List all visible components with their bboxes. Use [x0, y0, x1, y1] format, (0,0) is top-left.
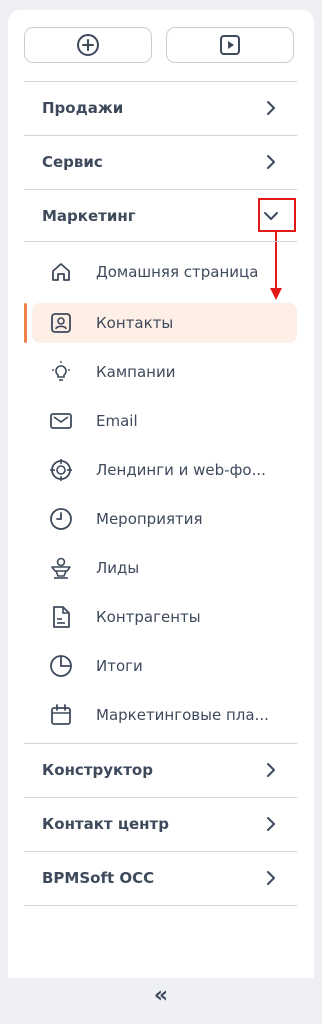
section-label: BPMSoft OCC	[42, 869, 155, 887]
target-icon	[48, 457, 74, 483]
collapse-sidebar-button[interactable]: «	[8, 978, 314, 1014]
section-contact-center[interactable]: Контакт центр	[24, 798, 297, 850]
contact-icon	[48, 310, 74, 336]
calendar-icon	[48, 702, 74, 728]
section-label: Сервис	[42, 153, 103, 171]
section-sales[interactable]: Продажи	[24, 82, 297, 134]
section-constructor[interactable]: Конструктор	[24, 744, 297, 796]
menu-item-label: Email	[96, 412, 138, 430]
divider	[24, 241, 297, 242]
play-button[interactable]	[166, 27, 294, 63]
chevron-right-icon[interactable]	[263, 154, 279, 170]
lead-icon	[48, 555, 74, 581]
menu-item-landings[interactable]: Лендинги и web-фо...	[32, 450, 297, 490]
menu-item-counterparties[interactable]: Контрагенты	[32, 597, 297, 637]
double-chevron-left-icon[interactable]: «	[154, 985, 168, 1007]
section-marketing[interactable]: Маркетинг	[24, 190, 297, 242]
menu-item-label: Мероприятия	[96, 510, 203, 528]
section-label: Контакт центр	[42, 815, 169, 833]
menu-item-contacts[interactable]: Контакты	[32, 303, 297, 343]
pie-chart-icon	[48, 653, 74, 679]
menu-item-label: Лиды	[96, 559, 140, 577]
menu-item-leads[interactable]: Лиды	[32, 548, 297, 588]
active-indicator	[24, 303, 27, 343]
menu-item-label: Контакты	[96, 314, 174, 332]
divider	[24, 905, 297, 906]
menu-item-home[interactable]: Домашняя страница	[32, 252, 297, 292]
lightbulb-icon	[48, 359, 74, 385]
chevron-right-icon[interactable]	[263, 870, 279, 886]
chevron-right-icon[interactable]	[263, 816, 279, 832]
menu-item-label: Итоги	[96, 657, 143, 675]
menu-item-label: Кампании	[96, 363, 176, 381]
section-label: Маркетинг	[42, 207, 136, 225]
menu-item-label: Контрагенты	[96, 608, 201, 626]
section-label: Продажи	[42, 99, 124, 117]
add-button[interactable]	[24, 27, 152, 63]
document-icon	[48, 604, 74, 630]
menu-item-events[interactable]: Мероприятия	[32, 499, 297, 539]
envelope-icon	[48, 408, 74, 434]
home-icon	[48, 259, 74, 285]
section-bpmsoft-occ[interactable]: BPMSoft OCC	[24, 852, 297, 904]
menu-item-label: Маркетинговые пла...	[96, 706, 269, 724]
menu-item-label: Домашняя страница	[96, 263, 259, 281]
menu-item-email[interactable]: Email	[32, 401, 297, 441]
chevron-right-icon[interactable]	[263, 762, 279, 778]
annotation-highlight-box	[258, 198, 296, 232]
section-label: Конструктор	[42, 761, 153, 779]
sidebar-panel: Продажи Сервис Маркетинг Домашняя страни…	[8, 10, 314, 1014]
clock-icon	[48, 506, 74, 532]
menu-item-marketing-plans[interactable]: Маркетинговые пла...	[32, 695, 297, 735]
plus-circle-icon	[77, 34, 99, 56]
chevron-right-icon[interactable]	[263, 100, 279, 116]
section-service[interactable]: Сервис	[24, 136, 297, 188]
menu-item-label: Лендинги и web-фо...	[96, 461, 266, 479]
play-square-icon	[220, 35, 240, 55]
menu-item-totals[interactable]: Итоги	[32, 646, 297, 686]
menu-item-campaigns[interactable]: Кампании	[32, 352, 297, 392]
